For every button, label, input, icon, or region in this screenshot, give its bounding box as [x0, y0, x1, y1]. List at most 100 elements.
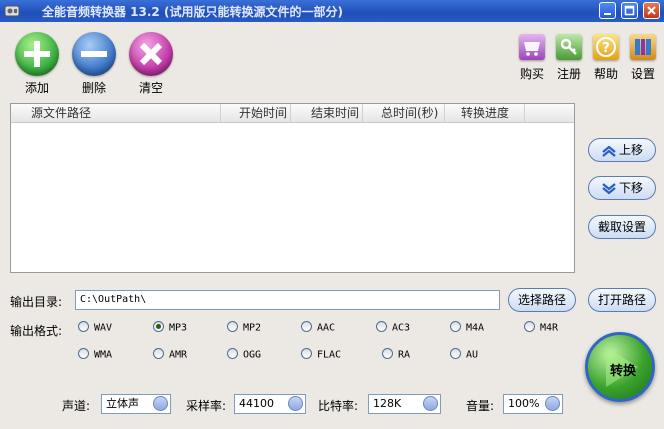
cart-icon [519, 34, 545, 60]
spin-arrows-icon [423, 396, 438, 411]
file-list-header: 源文件路径 开始时间 结束时间 总时间(秒) 转换进度 [11, 104, 574, 123]
format-label: AMR [169, 349, 188, 361]
format-radio-mp3[interactable]: MP3 [153, 321, 188, 334]
format-label: AU [466, 349, 479, 361]
spin-arrows-icon [153, 396, 168, 411]
channel-value: 立体声 [106, 397, 139, 410]
sample-rate-select[interactable]: 44100 [234, 394, 306, 414]
key-icon [556, 34, 582, 60]
convert-button[interactable]: 转换 [585, 332, 655, 402]
radio-icon [227, 348, 238, 359]
maximize-button[interactable] [621, 2, 638, 19]
radio-icon [382, 348, 393, 359]
radio-icon [450, 321, 461, 332]
add-label: 添加 [24, 81, 49, 95]
delete-label: 删除 [81, 81, 106, 95]
move-down-label: 下移 [618, 181, 643, 195]
chevron-up-icon [602, 145, 616, 157]
spin-arrows-icon [288, 396, 303, 411]
clear-button[interactable]: 清空 [126, 32, 176, 96]
help-icon: ? [593, 34, 619, 60]
add-button[interactable]: 添加 [12, 32, 62, 96]
add-icon [15, 32, 59, 76]
format-label: MP3 [169, 322, 188, 334]
sample-rate-label: 采样率: [186, 399, 227, 413]
buy-button[interactable]: 购买 [517, 34, 547, 82]
radio-icon [301, 348, 312, 359]
sample-rate-value: 44100 [239, 397, 274, 410]
bitrate-value: 128K [373, 397, 402, 410]
output-dir-input[interactable]: C:\OutPath\ [75, 290, 500, 310]
column-progress[interactable]: 转换进度 [445, 104, 525, 122]
choose-path-button[interactable]: 选择路径 [508, 288, 576, 312]
volume-label: 音量: [466, 399, 495, 413]
format-label: RA [398, 349, 411, 361]
move-up-button[interactable]: 上移 [588, 138, 656, 162]
delete-button[interactable]: 删除 [69, 32, 119, 96]
chevron-down-icon [602, 182, 616, 194]
help-label: 帮助 [593, 67, 618, 81]
format-radio-aac[interactable]: AAC [301, 321, 336, 334]
spin-arrows-icon [545, 396, 560, 411]
column-source-path[interactable]: 源文件路径 [11, 104, 221, 122]
output-dir-label: 输出目录: [10, 295, 63, 309]
delete-icon [72, 32, 116, 76]
format-radio-ra[interactable]: RA [382, 348, 411, 361]
volume-select[interactable]: 100% [503, 394, 563, 414]
buy-label: 购买 [519, 67, 544, 81]
column-total-time[interactable]: 总时间(秒) [363, 104, 445, 122]
format-label: MP2 [243, 322, 262, 334]
register-label: 注册 [556, 67, 581, 81]
channel-select[interactable]: 立体声 [101, 394, 171, 414]
trim-settings-button[interactable]: 截取设置 [588, 215, 656, 239]
window-title: 全能音频转换器 13.2 (试用版只能转换源文件的一部分) [42, 5, 343, 19]
help-button[interactable]: ? 帮助 [591, 34, 621, 82]
settings-icon [630, 34, 656, 60]
settings-label: 设置 [630, 67, 655, 81]
format-radio-ac3[interactable]: AC3 [376, 321, 411, 334]
bitrate-select[interactable]: 128K [368, 394, 441, 414]
format-radio-wav[interactable]: WAV [78, 321, 113, 334]
file-list[interactable]: 源文件路径 开始时间 结束时间 总时间(秒) 转换进度 [10, 103, 575, 273]
format-radio-m4a[interactable]: M4A [450, 321, 484, 334]
radio-icon [78, 321, 89, 332]
radio-icon [376, 321, 387, 332]
minimize-icon [604, 13, 611, 15]
format-label: FLAC [317, 349, 342, 361]
maximize-icon [624, 5, 635, 16]
format-radio-mp2[interactable]: MP2 [227, 321, 262, 334]
register-button[interactable]: 注册 [554, 34, 584, 82]
channel-label: 声道: [62, 399, 91, 413]
move-down-button[interactable]: 下移 [588, 176, 656, 200]
clear-icon [129, 32, 173, 76]
format-radio-amr[interactable]: AMR [153, 348, 188, 361]
minimize-button[interactable] [599, 2, 616, 19]
format-radio-ogg[interactable]: OGG [227, 348, 262, 361]
radio-icon [450, 348, 461, 359]
format-radio-flac[interactable]: FLAC [301, 348, 342, 361]
bitrate-label: 比特率: [318, 399, 359, 413]
format-label: AAC [317, 322, 336, 334]
volume-value: 100% [508, 397, 540, 410]
column-end-time[interactable]: 结束时间 [291, 104, 363, 122]
title-bar: 全能音频转换器 13.2 (试用版只能转换源文件的一部分) [0, 0, 664, 22]
format-radio-wma[interactable]: WMA [78, 348, 113, 361]
settings-button[interactable]: 设置 [628, 34, 658, 82]
radio-icon [153, 348, 164, 359]
clear-label: 清空 [138, 81, 163, 95]
radio-icon [301, 321, 312, 332]
format-label: M4R [540, 322, 559, 334]
format-label: WAV [94, 322, 113, 334]
column-start-time[interactable]: 开始时间 [221, 104, 291, 122]
format-radio-m4r[interactable]: M4R [524, 321, 559, 334]
convert-label: 转换 [610, 364, 637, 379]
format-radio-au[interactable]: AU [450, 348, 479, 361]
radio-icon [78, 348, 89, 359]
format-label: OGG [243, 349, 262, 361]
close-button[interactable] [643, 2, 660, 19]
output-format-label: 输出格式: [10, 324, 63, 338]
format-label: WMA [94, 349, 113, 361]
format-label: AC3 [392, 322, 411, 334]
open-path-button[interactable]: 打开路径 [588, 288, 656, 312]
move-up-label: 上移 [618, 143, 643, 157]
